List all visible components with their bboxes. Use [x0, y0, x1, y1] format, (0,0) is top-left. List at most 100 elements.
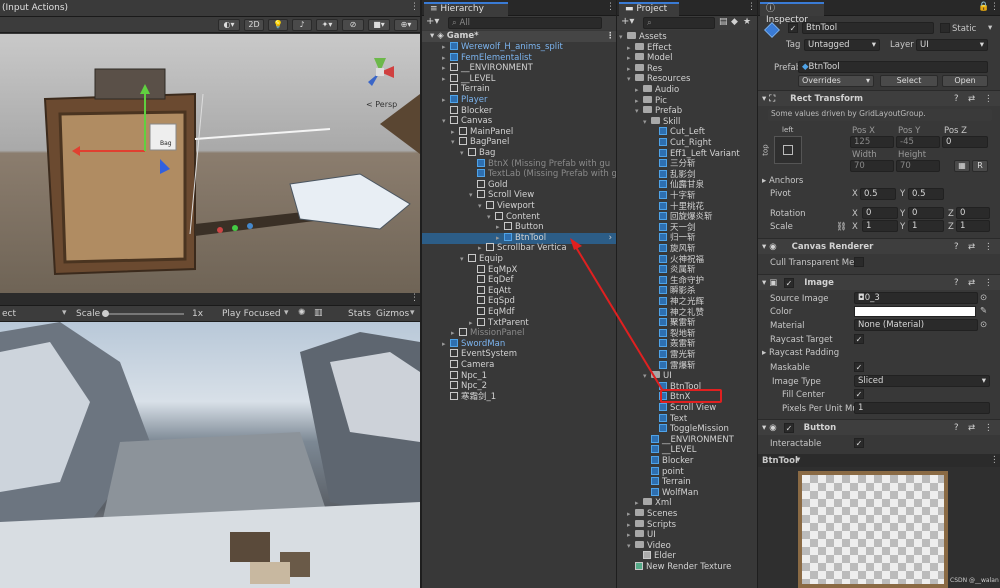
expand-arrow-icon[interactable]: ▾: [643, 117, 651, 128]
tag-dropdown[interactable]: Untagged ▾: [804, 39, 880, 51]
scale-z-field[interactable]: 1: [956, 220, 990, 232]
tree-row[interactable]: ▸ MainPanel: [422, 126, 616, 138]
tree-row[interactable]: ▾ Prefab: [617, 106, 757, 117]
expand-arrow-icon[interactable]: ▾: [487, 212, 495, 223]
tree-row[interactable]: Cut_Right: [617, 138, 757, 149]
source-image-field[interactable]: ◘0_3: [854, 292, 978, 304]
kebab-menu-icon[interactable]: ⋮: [410, 2, 419, 12]
tree-row[interactable]: ▸ Audio: [617, 85, 757, 96]
expand-arrow-icon[interactable]: ▾: [460, 254, 468, 265]
tree-row[interactable]: 寒霜剑_1: [422, 391, 616, 403]
color-swatch[interactable]: [854, 306, 976, 317]
tree-row[interactable]: ▾ Skill: [617, 116, 757, 128]
tree-row[interactable]: ▸ MissionPanel: [422, 328, 616, 339]
expand-arrow-icon[interactable]: ▸: [451, 127, 459, 138]
tree-row[interactable]: EqSpd: [422, 296, 616, 307]
tree-row[interactable]: 旋风斩: [617, 244, 757, 255]
collapse-arrow-icon[interactable]: ▾: [758, 242, 766, 252]
tree-row[interactable]: 神之光辉: [617, 297, 757, 308]
orientation-gizmo[interactable]: [360, 54, 400, 90]
tree-row[interactable]: ▾ Content: [422, 211, 616, 223]
tree-row[interactable]: 聚雷斩: [617, 318, 757, 329]
dropdown-arrow-icon[interactable]: ▾: [988, 23, 992, 33]
expand-arrow-icon[interactable]: ▸: [442, 74, 450, 85]
object-picker-icon[interactable]: ⊙: [980, 320, 987, 330]
tree-row[interactable]: ▾ BagPanel: [422, 137, 616, 148]
tree-row[interactable]: Npc_1: [422, 370, 616, 382]
chevron-right-icon[interactable]: ›: [609, 233, 612, 244]
width-field[interactable]: 70: [850, 160, 894, 172]
expand-arrow-icon[interactable]: ▸: [635, 85, 643, 96]
tree-row[interactable]: ▸ Werewolf_H_anims_split: [422, 42, 616, 53]
tree-row[interactable]: ▾ Bag: [422, 148, 616, 159]
stats-icon[interactable]: ▥: [314, 308, 323, 318]
blueprint-mode-icon[interactable]: ▦: [954, 160, 970, 172]
expand-arrow-icon[interactable]: ▾: [469, 190, 477, 201]
help-icon[interactable]: ?: [954, 420, 959, 436]
tree-row[interactable]: ▾ UI: [617, 371, 757, 382]
kebab-menu-icon[interactable]: ⋮: [984, 275, 993, 291]
tree-row[interactable]: 神之礼赞: [617, 307, 757, 319]
game-viewport[interactable]: [0, 322, 420, 588]
kebab-menu-icon[interactable]: ⋮: [984, 420, 993, 436]
gizmos-button[interactable]: Gizmos: [376, 309, 409, 319]
shading-mode-button[interactable]: ◐▾: [218, 19, 240, 31]
tree-row[interactable]: ▸ Xml: [617, 498, 757, 509]
expand-arrow-icon[interactable]: ▾: [442, 116, 450, 127]
tree-row[interactable]: 炎属斩: [617, 265, 757, 276]
tree-row[interactable]: ▾ Canvas: [422, 116, 616, 127]
raycast-target-checkbox[interactable]: ✓: [854, 334, 864, 344]
tree-row[interactable]: 回旋爆炎斩: [617, 212, 757, 223]
tree-row[interactable]: 瞬影杀: [617, 286, 757, 297]
raw-edit-mode-icon[interactable]: R: [972, 160, 988, 172]
tree-row[interactable]: 归一斩: [617, 233, 757, 244]
tree-row[interactable]: Elder: [617, 551, 757, 562]
tree-row[interactable]: __ENVIRONMENT: [617, 434, 757, 446]
image-header[interactable]: ▾ ▣ ✓ Image ? ⇄ ⋮: [758, 274, 1000, 290]
eyedropper-icon[interactable]: ✎: [980, 306, 987, 316]
hierarchy-tab[interactable]: ≡ Hierarchy: [424, 2, 508, 16]
anchor-presets-button[interactable]: [774, 136, 802, 164]
constrain-proportions-icon[interactable]: ⛓: [836, 222, 847, 232]
expand-arrow-icon[interactable]: ▸: [469, 318, 477, 329]
tree-row[interactable]: ▸ __LEVEL: [422, 73, 616, 85]
kebab-menu-icon[interactable]: ⋮: [606, 2, 615, 12]
expand-arrow-icon[interactable]: ▸: [451, 328, 459, 339]
lighting-toggle-icon[interactable]: 💡: [268, 19, 288, 31]
pivot-x-field[interactable]: 0.5: [860, 188, 896, 200]
kebab-menu-icon[interactable]: ⋮: [984, 91, 993, 107]
expand-arrow-icon[interactable]: ▸: [627, 64, 635, 75]
filter-type-icon[interactable]: ▤: [719, 17, 728, 27]
scale-x-field[interactable]: 1: [862, 220, 898, 232]
scale-y-field[interactable]: 1: [908, 220, 944, 232]
fill-center-checkbox[interactable]: ✓: [854, 389, 864, 399]
layer-dropdown[interactable]: UI ▾: [916, 39, 988, 51]
expand-arrow-icon[interactable]: ▸: [442, 42, 450, 53]
gizmos-toggle-icon[interactable]: ⊕▾: [394, 19, 418, 31]
tree-row[interactable]: ToggleMission: [617, 424, 757, 435]
help-icon[interactable]: ?: [954, 275, 959, 291]
pixels-per-unit-field[interactable]: 1: [854, 402, 990, 414]
preview-name[interactable]: BtnTool: [762, 456, 798, 466]
tree-row[interactable]: 十里桃花: [617, 201, 757, 213]
kebab-menu-icon[interactable]: ⋮: [990, 455, 999, 465]
tree-row[interactable]: Blocker: [422, 105, 616, 117]
kebab-menu-icon[interactable]: ⋮: [747, 2, 756, 12]
hidden-objects-icon[interactable]: ⊘: [342, 19, 364, 31]
scale-slider-handle[interactable]: [102, 310, 109, 317]
play-mode-dropdown[interactable]: Play Focused: [222, 309, 281, 319]
pivot-y-field[interactable]: 0.5: [908, 188, 944, 200]
select-button[interactable]: Select: [880, 75, 938, 87]
mute-audio-icon[interactable]: ✺: [298, 308, 306, 318]
tree-row[interactable]: ▾ Video: [617, 540, 757, 552]
help-icon[interactable]: ?: [954, 91, 959, 107]
scene-tab-title[interactable]: (Input Actions): [2, 3, 68, 13]
expand-arrow-icon[interactable]: ▸: [627, 509, 635, 520]
tree-row[interactable]: ▾ Scroll View: [422, 190, 616, 201]
tree-row[interactable]: ▸ __ENVIRONMENT: [422, 63, 616, 74]
add-icon[interactable]: +▾: [621, 16, 634, 27]
tree-row[interactable]: ▸ Effect: [617, 42, 757, 54]
tree-row[interactable]: ▸ Model: [617, 53, 757, 64]
expand-arrow-icon[interactable]: ▸: [442, 53, 450, 64]
expand-arrow-icon[interactable]: ▸: [627, 43, 635, 54]
